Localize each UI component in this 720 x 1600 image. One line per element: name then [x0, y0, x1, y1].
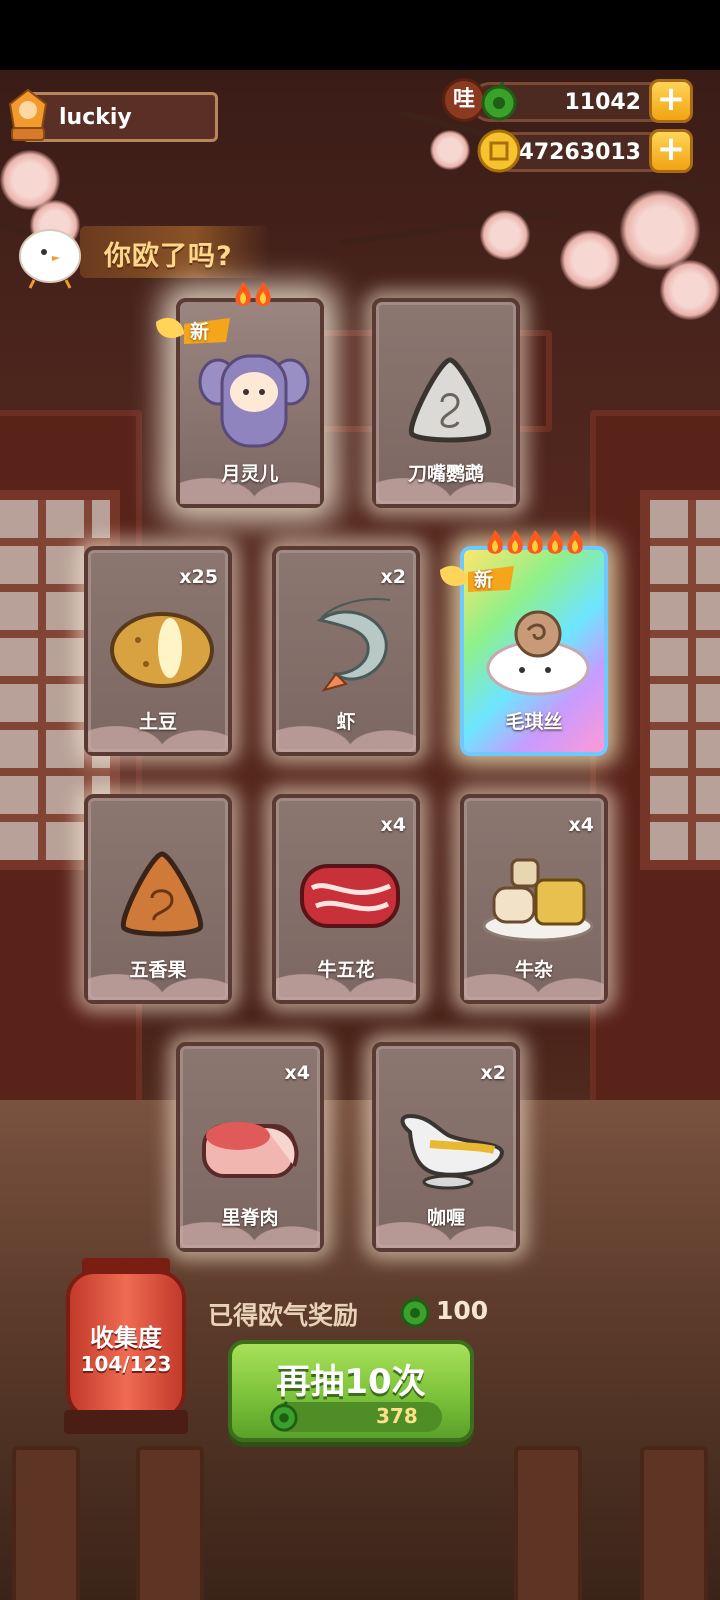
card-name: 牛杂 [514, 959, 553, 981]
draw-again-button[interactable]: 再抽10次 378 [228, 1340, 474, 1442]
elephant-costume-character-icon [198, 354, 310, 448]
fence-post [136, 1446, 204, 1600]
card-name: 土豆 [138, 711, 177, 733]
potato-icon [110, 612, 214, 688]
fence-post [514, 1446, 582, 1600]
spiral-triangle-icon [408, 357, 492, 443]
result-card[interactable]: x2 咖喱 [372, 1042, 520, 1252]
lantern-base [64, 1410, 188, 1434]
gems-value: 11042 [564, 90, 641, 115]
blossom-flower [430, 130, 470, 170]
rarity-flames [232, 280, 272, 310]
result-card[interactable]: 五香果 [84, 794, 232, 1004]
result-card[interactable]: 月灵儿 新 [156, 282, 324, 508]
flame-icon [235, 282, 251, 306]
result-card[interactable]: x25 土豆 [84, 546, 232, 756]
player-avatar-icon[interactable] [2, 84, 54, 144]
result-card[interactable]: 刀嘴鹦鹉 [372, 298, 520, 508]
beef-belly-icon [300, 864, 400, 928]
card-name: 毛琪丝 [505, 711, 563, 733]
result-card[interactable]: 毛琪丝 新 [440, 530, 608, 756]
new-tag-text: 新 [190, 321, 210, 343]
card-count: x2 [380, 566, 406, 588]
rarity-flames [484, 528, 584, 558]
card-name: 五香果 [129, 959, 187, 981]
flame-icon [487, 530, 503, 554]
curry-boat-icon [400, 1113, 505, 1190]
reward-label: 已得欧气奖励 [208, 1301, 359, 1330]
right-lattice-window [640, 490, 720, 870]
tenderloin-icon [202, 1122, 299, 1178]
flame-icon [507, 530, 523, 554]
result-card[interactable]: x4 里脊肉 [176, 1042, 324, 1252]
card-count: x4 [568, 814, 594, 836]
new-tag: 新 [434, 560, 524, 600]
flame-icon [255, 282, 271, 306]
card-name: 里脊肉 [221, 1207, 279, 1229]
shrimp-icon [316, 598, 391, 692]
blossom-flower [480, 210, 530, 260]
add-gold-button[interactable]: + [649, 129, 693, 173]
blossom-flower [560, 230, 620, 290]
card-name: 牛五花 [317, 959, 375, 981]
card-count: x2 [480, 1062, 506, 1084]
fence-post [640, 1446, 708, 1600]
card-count: x4 [380, 814, 406, 836]
card-count: x4 [284, 1062, 310, 1084]
banner-text: 你欧了吗? [104, 241, 233, 272]
result-card[interactable]: x4 牛杂 [460, 794, 608, 1004]
green-token-icon [400, 1295, 430, 1328]
add-gems-button[interactable]: + [649, 79, 693, 123]
card-count: x25 [179, 566, 218, 588]
collection-title: 收集度 [90, 1324, 162, 1352]
result-card[interactable]: x4 牛五花 [272, 794, 420, 1004]
flame-icon [527, 530, 543, 554]
collection-value: 104/123 [80, 1352, 172, 1376]
reward-value: 100 [436, 1296, 489, 1325]
blossom-flower [660, 260, 720, 320]
flame-icon [547, 530, 563, 554]
new-tag-text: 新 [474, 569, 494, 591]
green-token-icon [270, 1401, 298, 1432]
gold-coin-icon [477, 129, 521, 173]
lucky-banner: 你欧了吗? [80, 226, 270, 278]
card-name: 刀嘴鹦鹉 [407, 463, 484, 485]
beef-offal-icon [482, 858, 594, 942]
draw-again-label: 再抽10次 [276, 1362, 426, 1402]
hermit-cat-character-icon [486, 610, 590, 696]
flame-icon [567, 530, 583, 554]
card-name: 咖喱 [426, 1207, 465, 1229]
new-tag: 新 [150, 312, 240, 352]
fence-post [12, 1446, 80, 1600]
wa-token-icon [481, 81, 517, 121]
card-name: 月灵儿 [221, 463, 279, 485]
spiced-fruit-icon [120, 851, 204, 937]
chick-mascot-icon [19, 229, 81, 289]
card-name: 虾 [336, 711, 356, 733]
collection-lantern[interactable]: 收集度 104/123 [66, 1270, 186, 1420]
gold-value: 47263013 [518, 140, 641, 165]
draw-cost-value: 378 [376, 1404, 418, 1428]
player-name: luckiy [59, 105, 132, 130]
blossom-flower [620, 190, 700, 270]
result-card[interactable]: x2 虾 [272, 546, 420, 756]
